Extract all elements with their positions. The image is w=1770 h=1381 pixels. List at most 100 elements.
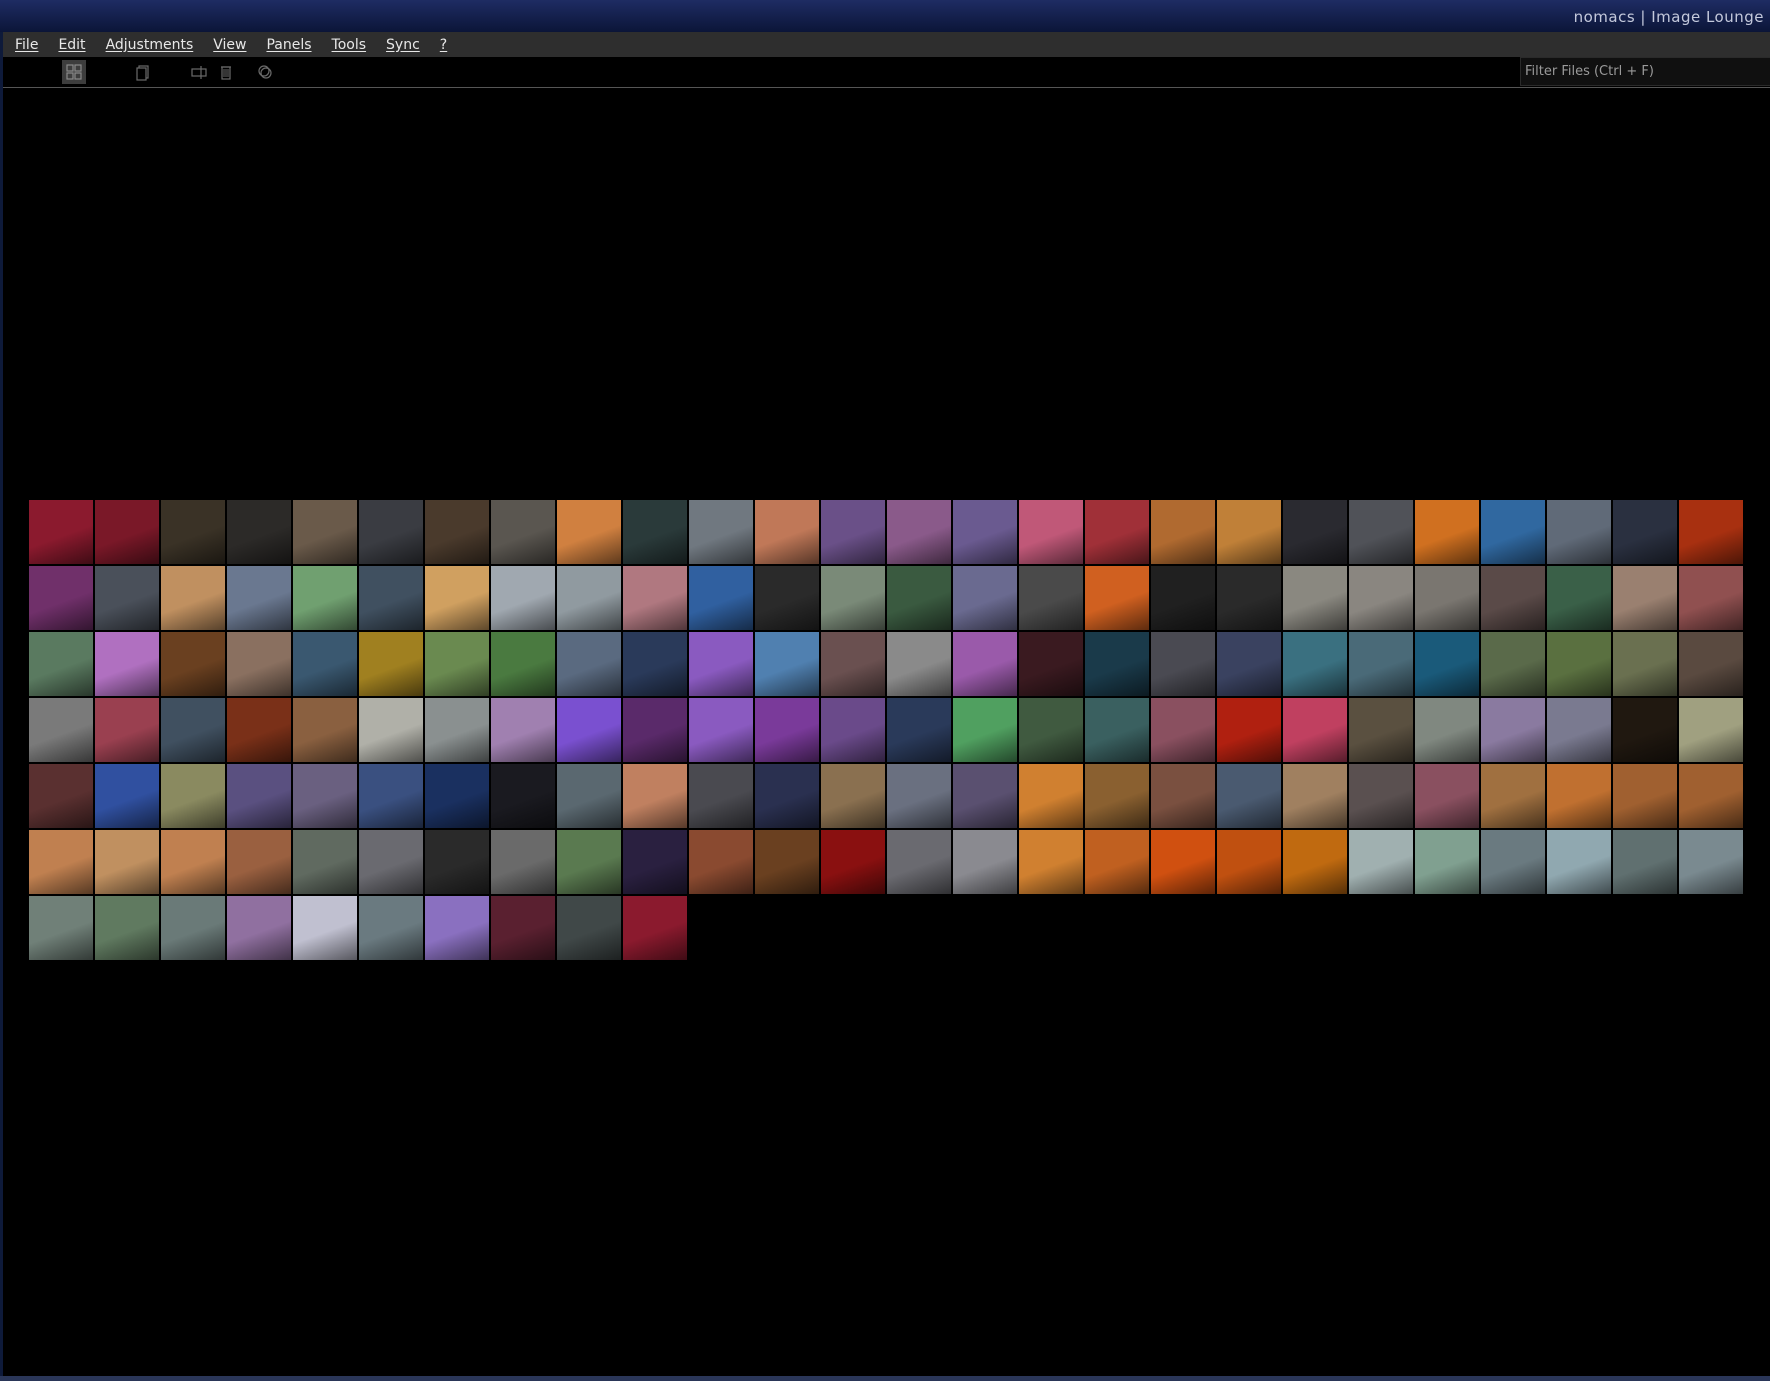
image-thumbnail[interactable] [1679, 764, 1743, 828]
image-thumbnail[interactable] [821, 566, 885, 630]
image-thumbnail[interactable] [491, 698, 555, 762]
image-thumbnail[interactable] [161, 764, 225, 828]
image-thumbnail[interactable] [689, 698, 753, 762]
image-thumbnail[interactable] [755, 830, 819, 894]
image-thumbnail[interactable] [1283, 764, 1347, 828]
image-thumbnail[interactable] [1481, 500, 1545, 564]
image-thumbnail[interactable] [953, 500, 1017, 564]
image-thumbnail[interactable] [557, 698, 621, 762]
image-thumbnail[interactable] [623, 830, 687, 894]
image-thumbnail[interactable] [1283, 566, 1347, 630]
image-thumbnail[interactable] [1019, 632, 1083, 696]
image-thumbnail[interactable] [293, 566, 357, 630]
image-thumbnail[interactable] [623, 764, 687, 828]
menu-help[interactable]: ? [440, 37, 447, 53]
image-thumbnail[interactable] [1283, 698, 1347, 762]
image-thumbnail[interactable] [491, 632, 555, 696]
image-thumbnail[interactable] [29, 896, 93, 960]
image-thumbnail[interactable] [359, 896, 423, 960]
image-thumbnail[interactable] [227, 830, 291, 894]
image-thumbnail[interactable] [161, 698, 225, 762]
image-thumbnail[interactable] [1349, 764, 1413, 828]
image-thumbnail[interactable] [95, 632, 159, 696]
image-thumbnail[interactable] [1547, 764, 1611, 828]
menu-edit[interactable]: Edit [58, 37, 85, 53]
image-thumbnail[interactable] [557, 632, 621, 696]
image-thumbnail[interactable] [623, 566, 687, 630]
image-thumbnail[interactable] [1085, 500, 1149, 564]
image-thumbnail[interactable] [227, 500, 291, 564]
image-thumbnail[interactable] [1217, 830, 1281, 894]
image-thumbnail[interactable] [227, 896, 291, 960]
image-thumbnail[interactable] [95, 764, 159, 828]
image-thumbnail[interactable] [161, 566, 225, 630]
image-thumbnail[interactable] [227, 566, 291, 630]
image-thumbnail[interactable] [491, 830, 555, 894]
image-thumbnail[interactable] [293, 896, 357, 960]
image-thumbnail[interactable] [1217, 566, 1281, 630]
image-thumbnail[interactable] [887, 566, 951, 630]
image-thumbnail[interactable] [1415, 500, 1479, 564]
image-thumbnail[interactable] [359, 500, 423, 564]
image-thumbnail[interactable] [1151, 830, 1215, 894]
menu-view[interactable]: View [213, 37, 246, 53]
image-thumbnail[interactable] [29, 500, 93, 564]
image-thumbnail[interactable] [95, 566, 159, 630]
image-thumbnail[interactable] [1613, 698, 1677, 762]
image-thumbnail[interactable] [95, 698, 159, 762]
image-thumbnail[interactable] [425, 500, 489, 564]
image-thumbnail[interactable] [1349, 698, 1413, 762]
image-thumbnail[interactable] [1085, 632, 1149, 696]
image-thumbnail[interactable] [821, 698, 885, 762]
image-thumbnail[interactable] [953, 698, 1017, 762]
image-thumbnail[interactable] [1613, 632, 1677, 696]
image-thumbnail[interactable] [1481, 698, 1545, 762]
image-thumbnail[interactable] [491, 566, 555, 630]
image-thumbnail[interactable] [623, 632, 687, 696]
image-thumbnail[interactable] [1481, 632, 1545, 696]
image-thumbnail[interactable] [1679, 632, 1743, 696]
image-thumbnail[interactable] [1019, 830, 1083, 894]
image-thumbnail[interactable] [689, 632, 753, 696]
image-thumbnail[interactable] [161, 830, 225, 894]
image-thumbnail[interactable] [755, 698, 819, 762]
image-thumbnail[interactable] [161, 500, 225, 564]
image-thumbnail[interactable] [1613, 500, 1677, 564]
tag-icon[interactable] [253, 60, 277, 84]
image-thumbnail[interactable] [623, 500, 687, 564]
image-thumbnail[interactable] [227, 764, 291, 828]
image-thumbnail[interactable] [1613, 830, 1677, 894]
image-thumbnail[interactable] [95, 500, 159, 564]
image-thumbnail[interactable] [1151, 632, 1215, 696]
image-thumbnail[interactable] [425, 896, 489, 960]
image-thumbnail[interactable] [557, 896, 621, 960]
image-thumbnail[interactable] [821, 500, 885, 564]
image-thumbnail[interactable] [887, 698, 951, 762]
image-thumbnail[interactable] [293, 830, 357, 894]
image-thumbnail[interactable] [29, 764, 93, 828]
image-thumbnail[interactable] [755, 632, 819, 696]
image-thumbnail[interactable] [359, 698, 423, 762]
image-thumbnail[interactable] [953, 830, 1017, 894]
image-thumbnail[interactable] [1481, 764, 1545, 828]
image-thumbnail[interactable] [227, 632, 291, 696]
image-thumbnail[interactable] [1349, 632, 1413, 696]
image-thumbnail[interactable] [755, 566, 819, 630]
image-thumbnail[interactable] [1283, 632, 1347, 696]
image-thumbnail[interactable] [557, 764, 621, 828]
image-thumbnail[interactable] [1481, 566, 1545, 630]
image-thumbnail[interactable] [1415, 566, 1479, 630]
image-thumbnail[interactable] [1019, 698, 1083, 762]
menu-tools[interactable]: Tools [332, 37, 367, 53]
image-thumbnail[interactable] [161, 632, 225, 696]
menu-adjustments[interactable]: Adjustments [106, 37, 194, 53]
image-thumbnail[interactable] [1085, 764, 1149, 828]
image-thumbnail[interactable] [29, 632, 93, 696]
image-thumbnail[interactable] [623, 896, 687, 960]
image-thumbnail[interactable] [491, 764, 555, 828]
image-thumbnail[interactable] [557, 566, 621, 630]
image-thumbnail[interactable] [1547, 632, 1611, 696]
image-thumbnail[interactable] [1481, 830, 1545, 894]
menu-panels[interactable]: Panels [266, 37, 311, 53]
image-thumbnail[interactable] [1151, 698, 1215, 762]
